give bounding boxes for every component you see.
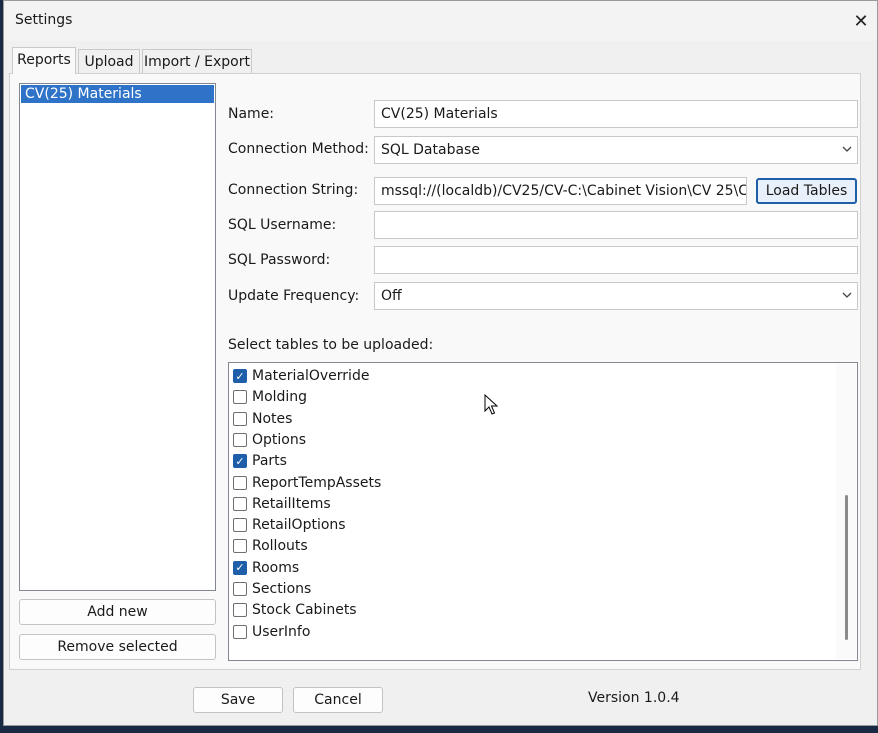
tab-upload[interactable]: Upload bbox=[78, 49, 140, 73]
table-name-label: Rollouts bbox=[252, 538, 308, 555]
table-checkbox-row[interactable]: ✓ Parts bbox=[233, 451, 287, 471]
checkbox-checked[interactable]: ✓ bbox=[233, 369, 247, 383]
version-label: Version 1.0.4 bbox=[588, 690, 680, 706]
table-checkbox-row[interactable]: RetailOptions bbox=[233, 515, 346, 535]
sql-username-field[interactable] bbox=[374, 211, 858, 239]
cancel-button[interactable]: Cancel bbox=[293, 687, 383, 713]
tables-section-label: Select tables to be uploaded: bbox=[228, 337, 434, 353]
checkbox-unchecked[interactable] bbox=[233, 624, 247, 639]
mouse-cursor-icon bbox=[484, 393, 499, 420]
update-frequency-value: Off bbox=[381, 288, 402, 304]
name-label: Name: bbox=[228, 106, 275, 122]
add-new-button[interactable]: Add new bbox=[19, 599, 216, 625]
table-name-label: ReportTempAssets bbox=[252, 474, 382, 491]
checkmark-icon: ✓ bbox=[235, 454, 245, 468]
table-checkbox-row[interactable]: Notes bbox=[233, 409, 292, 429]
table-checkbox-row[interactable]: ✓ MaterialOverride bbox=[233, 366, 369, 386]
table-checkbox-row[interactable]: RetailItems bbox=[233, 494, 331, 514]
table-checkbox-row[interactable]: Rollouts bbox=[233, 536, 308, 556]
table-name-label: RetailOptions bbox=[252, 517, 346, 534]
table-name-label: UserInfo bbox=[252, 623, 311, 640]
table-checkbox-row[interactable]: ReportTempAssets bbox=[233, 473, 381, 493]
checkbox-unchecked[interactable] bbox=[233, 411, 247, 426]
checkbox-unchecked[interactable] bbox=[233, 432, 247, 447]
checkbox-unchecked[interactable] bbox=[233, 496, 247, 511]
name-field[interactable]: CV(25) Materials bbox=[374, 100, 858, 128]
chevron-down-icon bbox=[841, 289, 853, 305]
report-list-item[interactable]: CV(25) Materials bbox=[21, 85, 214, 103]
report-list[interactable]: CV(25) Materials bbox=[19, 83, 216, 591]
checkbox-unchecked[interactable] bbox=[233, 475, 247, 490]
checkmark-icon: ✓ bbox=[235, 561, 245, 575]
table-checkbox-row[interactable]: Stock Cabinets bbox=[233, 600, 357, 620]
checkmark-icon: ✓ bbox=[235, 369, 245, 383]
table-name-label: RetailItems bbox=[252, 495, 331, 512]
save-button[interactable]: Save bbox=[193, 687, 283, 713]
checkbox-unchecked[interactable] bbox=[233, 603, 247, 618]
table-name-label: Options bbox=[252, 431, 307, 448]
tab-reports[interactable]: Reports bbox=[12, 47, 76, 74]
tables-checklist[interactable]: ✓ MaterialOverride Molding Notes Options ✓ Par… bbox=[228, 362, 858, 661]
connection-method-select[interactable]: SQL Database bbox=[374, 136, 858, 164]
tab-reports-label: Reports bbox=[17, 52, 71, 68]
connection-string-value: mssql://(localdb)/CV25/CV-C:\Cabinet Vis… bbox=[381, 183, 747, 199]
update-frequency-select[interactable]: Off bbox=[374, 282, 858, 310]
checkbox-checked[interactable]: ✓ bbox=[233, 454, 247, 469]
tab-import-export[interactable]: Import / Export bbox=[142, 49, 252, 73]
table-checkbox-row[interactable]: ✓ Rooms bbox=[233, 558, 299, 578]
chevron-down-icon bbox=[841, 143, 853, 159]
table-checkbox-row[interactable]: Molding bbox=[233, 387, 307, 407]
checkbox-unchecked[interactable] bbox=[233, 518, 247, 533]
tab-upload-label: Upload bbox=[84, 54, 134, 70]
table-checkbox-row[interactable]: UserInfo bbox=[233, 622, 310, 642]
window-title: Settings bbox=[15, 12, 73, 28]
checkbox-checked[interactable]: ✓ bbox=[233, 560, 247, 575]
remove-selected-button[interactable]: Remove selected bbox=[19, 634, 216, 660]
update-frequency-label: Update Frequency: bbox=[228, 288, 360, 304]
table-name-label: Stock Cabinets bbox=[252, 602, 357, 619]
table-name-label: Notes bbox=[252, 410, 293, 427]
tab-import-export-label: Import / Export bbox=[144, 54, 250, 70]
table-name-label: Molding bbox=[252, 389, 308, 406]
checkbox-unchecked[interactable] bbox=[233, 539, 247, 554]
checkbox-unchecked[interactable] bbox=[233, 582, 247, 596]
checklist-scrollbar[interactable] bbox=[836, 364, 856, 659]
connection-method-label: Connection Method: bbox=[228, 141, 369, 157]
table-name-label: MaterialOverride bbox=[252, 368, 370, 384]
sql-password-field[interactable] bbox=[374, 246, 858, 274]
scrollbar-thumb[interactable] bbox=[845, 495, 848, 640]
sql-username-label: SQL Username: bbox=[228, 217, 337, 233]
connection-string-label: Connection String: bbox=[228, 182, 359, 198]
table-name-label: Sections bbox=[252, 581, 312, 597]
close-icon[interactable]: ✕ bbox=[849, 9, 873, 33]
table-checkbox-row[interactable]: Sections bbox=[233, 579, 311, 599]
connection-string-field[interactable]: mssql://(localdb)/CV25/CV-C:\Cabinet Vis… bbox=[374, 177, 747, 205]
name-field-value: CV(25) Materials bbox=[381, 106, 498, 122]
load-tables-button[interactable]: Load Tables bbox=[756, 178, 857, 204]
table-name-label: Parts bbox=[252, 453, 287, 470]
title-bar: Settings ✕ bbox=[4, 1, 877, 41]
sql-password-label: SQL Password: bbox=[228, 252, 331, 268]
checkbox-unchecked[interactable] bbox=[233, 390, 247, 405]
table-name-label: Rooms bbox=[252, 559, 300, 576]
table-checkbox-row[interactable]: Options bbox=[233, 430, 306, 450]
connection-method-value: SQL Database bbox=[381, 142, 480, 158]
